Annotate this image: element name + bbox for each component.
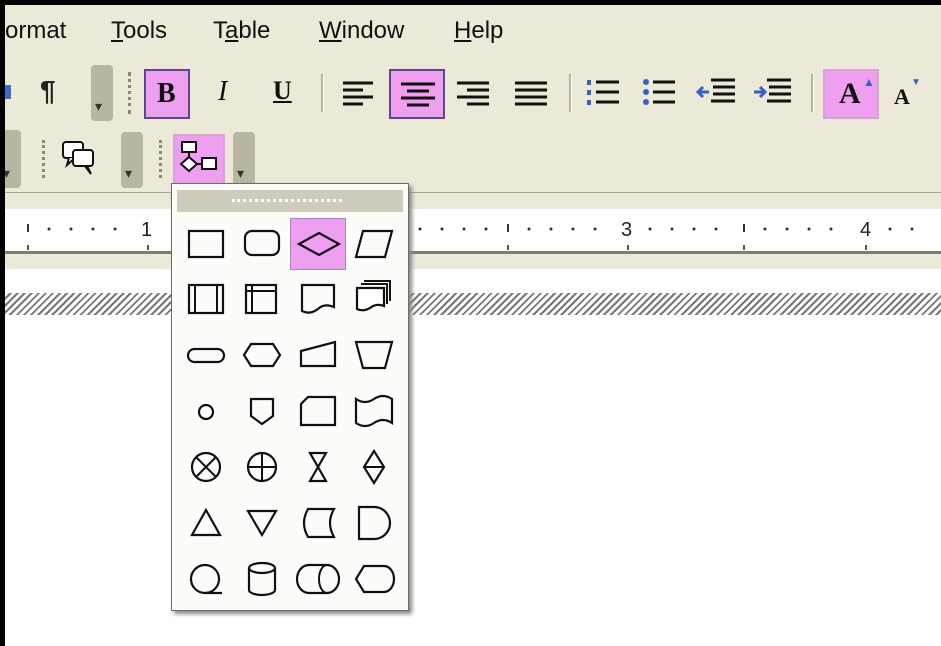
toolbar-options-chevron[interactable]: ▾ bbox=[121, 132, 143, 188]
internal-storage-shape[interactable] bbox=[234, 273, 290, 325]
toolbar-icon[interactable] bbox=[5, 68, 17, 118]
underline-button[interactable]: U bbox=[262, 69, 308, 119]
bullets-button[interactable] bbox=[637, 69, 683, 119]
flowchart-button[interactable] bbox=[173, 134, 225, 188]
shrink-font-button[interactable]: A ▼ bbox=[885, 69, 931, 119]
numbering-button[interactable] bbox=[581, 69, 627, 119]
sequential-access-storage-shape[interactable] bbox=[178, 553, 234, 605]
grow-font-icon: A bbox=[839, 77, 861, 110]
decrease-indent-button[interactable] bbox=[695, 69, 741, 119]
sort-shape[interactable] bbox=[346, 441, 402, 493]
alternate-process-shape[interactable] bbox=[234, 218, 290, 270]
page-header-boundary bbox=[5, 293, 941, 315]
multidocument-shape[interactable] bbox=[346, 273, 402, 325]
increase-indent-icon bbox=[754, 78, 791, 103]
process-shape[interactable] bbox=[178, 218, 234, 270]
callouts-button[interactable] bbox=[57, 134, 103, 184]
align-center-button[interactable] bbox=[389, 69, 445, 119]
manual-operation-shape[interactable] bbox=[346, 329, 402, 381]
summing-junction-shape[interactable] bbox=[178, 441, 234, 493]
bold-button[interactable]: B bbox=[144, 69, 190, 119]
drawing-toolbar: ▾ ▾ ▾ bbox=[5, 130, 941, 192]
toolbar-options-chevron[interactable]: ▾ bbox=[91, 65, 113, 121]
ruler-number: 4 bbox=[860, 219, 872, 241]
collate-shape[interactable] bbox=[290, 441, 346, 493]
italic-icon: I bbox=[218, 76, 228, 107]
menu-bar: ormat Tools Table Window Help bbox=[5, 5, 941, 60]
ruler-number: 1 bbox=[141, 219, 153, 241]
align-left-button[interactable] bbox=[335, 69, 381, 119]
justify-icon bbox=[515, 81, 547, 106]
increase-indent-button[interactable] bbox=[751, 69, 797, 119]
formatting-toolbar: ¶ ▾ B I U A ▲ A ▼ bbox=[5, 60, 941, 130]
underline-icon: U bbox=[273, 76, 292, 105]
word-window: ormat Tools Table Window Help ¶ ▾ B I U bbox=[5, 5, 941, 646]
align-right-button[interactable] bbox=[451, 69, 497, 119]
document-page[interactable] bbox=[5, 315, 941, 646]
shrink-font-icon: A bbox=[894, 84, 910, 109]
toolbar-grip[interactable] bbox=[128, 72, 134, 114]
direct-access-storage-shape[interactable] bbox=[290, 553, 346, 605]
grow-font-button[interactable]: A ▲ bbox=[823, 69, 879, 119]
terminator-shape[interactable] bbox=[178, 329, 234, 381]
bulleted-list-icon bbox=[643, 79, 675, 105]
pilcrow-icon: ¶ bbox=[40, 75, 56, 106]
manual-input-shape[interactable] bbox=[290, 329, 346, 381]
delay-shape[interactable] bbox=[346, 497, 402, 549]
menu-table[interactable]: Table bbox=[213, 17, 270, 45]
separator bbox=[811, 74, 814, 112]
decision-shape[interactable] bbox=[290, 218, 346, 270]
separator bbox=[321, 74, 324, 112]
document-shape[interactable] bbox=[290, 273, 346, 325]
or-shape[interactable] bbox=[234, 441, 290, 493]
callouts-icon bbox=[62, 141, 94, 175]
flowchart-shapes-palette bbox=[171, 183, 409, 611]
numbered-list-icon bbox=[587, 80, 619, 105]
align-right-icon bbox=[457, 81, 489, 106]
justify-button[interactable] bbox=[509, 69, 555, 119]
card-shape[interactable] bbox=[290, 385, 346, 437]
show-hide-button[interactable]: ¶ bbox=[29, 68, 69, 118]
palette-drag-handle[interactable] bbox=[177, 190, 403, 212]
punched-tape-shape[interactable] bbox=[346, 385, 402, 437]
predefined-process-shape[interactable] bbox=[178, 273, 234, 325]
ruler-number: 3 bbox=[621, 219, 633, 241]
bold-icon: B bbox=[157, 78, 176, 109]
connector-shape[interactable] bbox=[178, 385, 234, 437]
data-shape[interactable] bbox=[346, 218, 402, 270]
toolbar-grip[interactable] bbox=[159, 140, 165, 178]
menu-help[interactable]: Help bbox=[454, 17, 503, 45]
toolbar-options-chevron[interactable]: ▾ bbox=[233, 132, 255, 188]
align-left-icon bbox=[343, 81, 373, 106]
display-shape[interactable] bbox=[346, 553, 402, 605]
decrease-indent-icon bbox=[695, 78, 735, 103]
magnetic-disk-shape[interactable] bbox=[234, 553, 290, 605]
italic-button[interactable]: I bbox=[204, 69, 250, 119]
toolbar-grip[interactable] bbox=[42, 140, 48, 178]
menu-tools[interactable]: Tools bbox=[111, 17, 167, 45]
extract-shape[interactable] bbox=[178, 497, 234, 549]
menu-format[interactable]: ormat bbox=[5, 17, 66, 45]
stored-data-shape[interactable] bbox=[290, 497, 346, 549]
ruler-strip: 1 3 4 bbox=[5, 209, 941, 254]
merge-shape[interactable] bbox=[234, 497, 290, 549]
toolbar-options-chevron[interactable]: ▾ bbox=[5, 130, 21, 188]
align-center-icon bbox=[401, 82, 435, 107]
horizontal-ruler[interactable]: 1 3 4 bbox=[5, 192, 941, 269]
off-page-connector-shape[interactable] bbox=[234, 385, 290, 437]
preparation-shape[interactable] bbox=[234, 329, 290, 381]
flowchart-icon bbox=[179, 141, 217, 173]
menu-window[interactable]: Window bbox=[319, 17, 404, 45]
separator bbox=[569, 74, 572, 112]
